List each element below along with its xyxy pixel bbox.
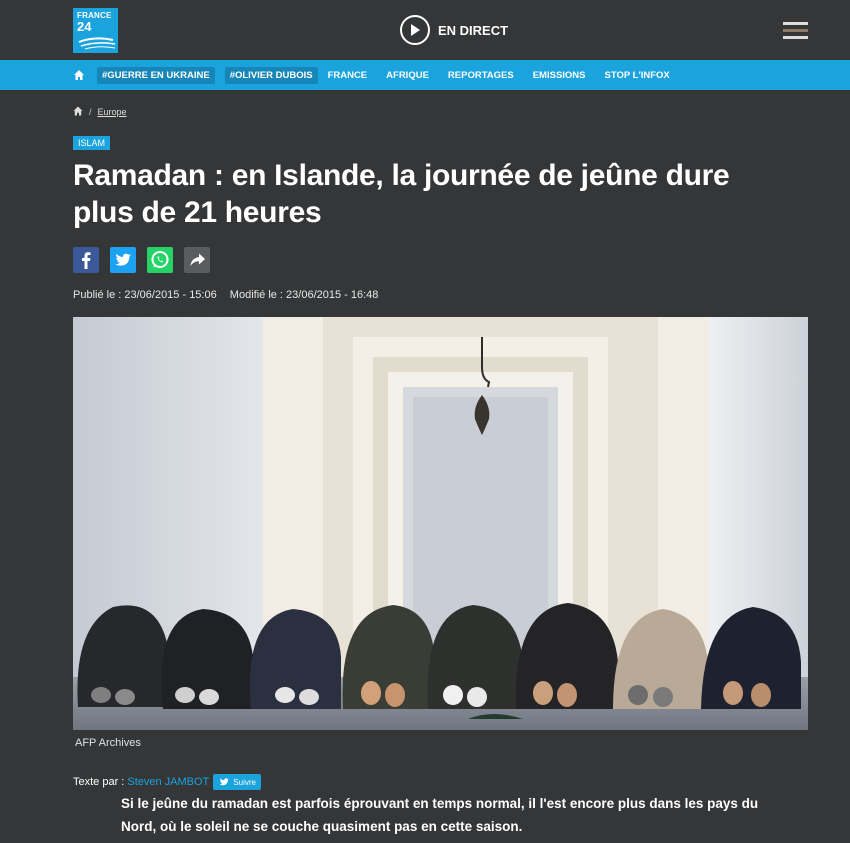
twitter-icon	[219, 777, 230, 785]
nav-item-emissions[interactable]: EMISSIONS	[533, 70, 586, 81]
published-date: Publié le : 23/06/2015 - 15:06	[73, 289, 217, 301]
live-label: EN DIRECT	[438, 22, 509, 38]
hamburger-icon[interactable]	[783, 22, 808, 40]
nav-item-stop-infox[interactable]: STOP L'INFOX	[605, 70, 670, 81]
live-button[interactable]: EN DIRECT	[400, 13, 508, 47]
facebook-icon	[82, 252, 91, 269]
prayer-photo	[73, 317, 808, 730]
image-caption: AFP Archives	[75, 737, 141, 749]
share-icon	[190, 253, 205, 266]
nav-item-guerre-ukraine[interactable]: #GUERRE EN UKRAINE	[97, 66, 215, 84]
whatsapp-share-button[interactable]	[147, 247, 173, 273]
home-icon[interactable]	[73, 69, 85, 81]
twitter-icon	[115, 253, 131, 266]
article-title: Ramadan : en Islande, la journée de jeûn…	[73, 159, 730, 229]
nav-item-france[interactable]: FRANCE	[328, 70, 368, 81]
nav-item-afrique[interactable]: AFRIQUE	[386, 70, 429, 81]
nav-item-reportages[interactable]: REPORTAGES	[448, 70, 514, 81]
twitter-follow-button[interactable]: Suivre	[213, 774, 261, 790]
author-line: Texte par : Steven JAMBOT Suivre	[73, 774, 261, 790]
main-nav: #GUERRE EN UKRAINE #OLIVIER DUBOIS FRANC…	[0, 60, 850, 90]
author-name[interactable]: Steven JAMBOT	[127, 776, 209, 788]
article-image	[73, 317, 808, 730]
site-header: FRANCE 24 EN DIRECT	[0, 0, 850, 60]
whatsapp-icon	[151, 251, 169, 268]
article-lead: Si le jeûne du ramadan est parfois éprou…	[121, 796, 759, 834]
breadcrumb-home-icon[interactable]	[73, 106, 83, 118]
facebook-share-button[interactable]	[73, 247, 99, 273]
breadcrumb: / Europe	[73, 106, 127, 118]
category-badge[interactable]: ISLAM	[73, 136, 111, 150]
article-dates: Publié le : 23/06/2015 - 15:06 Modifié l…	[73, 289, 388, 301]
follow-label: Suivre	[233, 777, 256, 787]
twitter-share-button[interactable]	[110, 247, 136, 273]
author-prefix: Texte par :	[73, 776, 125, 788]
breadcrumb-separator: /	[89, 107, 92, 117]
share-button[interactable]	[184, 247, 210, 273]
logo-text-24: 24	[77, 19, 92, 34]
play-icon	[400, 15, 430, 45]
modified-date: Modifié le : 23/06/2015 - 16:48	[229, 289, 379, 301]
france24-logo[interactable]: FRANCE 24	[73, 8, 118, 53]
nav-item-olivier-dubois[interactable]: #OLIVIER DUBOIS	[224, 66, 318, 84]
breadcrumb-link-europe[interactable]: Europe	[98, 107, 127, 117]
share-bar	[73, 247, 221, 273]
